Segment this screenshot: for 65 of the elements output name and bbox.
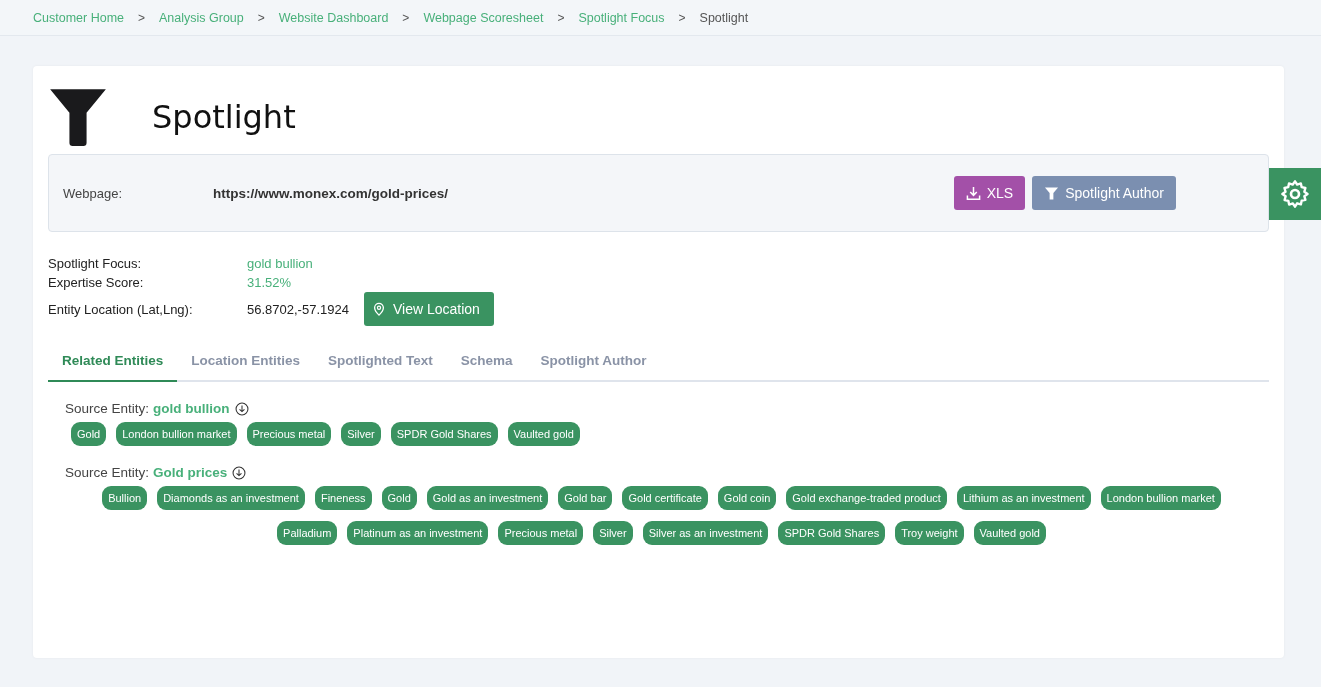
download-button[interactable]: XLS — [953, 176, 1026, 210]
entity-tag[interactable]: Gold exchange-traded product — [786, 486, 947, 510]
chevron-icon: > — [138, 10, 145, 25]
entity-tag[interactable]: Gold certificate — [622, 486, 708, 510]
source-entity-link[interactable]: Gold prices — [153, 465, 228, 480]
entity-tag[interactable]: Silver — [593, 521, 633, 545]
source-label: Source Entity: — [65, 401, 150, 416]
detail-label: Entity Location (Lat,Lng): — [48, 300, 194, 319]
map-pin-icon — [371, 302, 386, 316]
funnel-icon — [1044, 185, 1060, 201]
breadcrumb-current: Spotlight — [699, 10, 749, 25]
breadcrumb-link[interactable]: Analysis Group — [159, 10, 244, 25]
breadcrumb-link[interactable]: Spotlight Focus — [578, 10, 665, 25]
entity-tag[interactable]: Vaulted gold — [973, 521, 1046, 545]
entity-tag[interactable]: Gold bar — [558, 486, 613, 510]
entity-tag[interactable]: Silver as an investment — [642, 521, 769, 545]
breadcrumb-link[interactable]: Customer Home — [33, 10, 124, 25]
entity-tag[interactable]: Bullion — [102, 486, 148, 510]
source-label: Source Entity: — [65, 465, 150, 480]
entity-tag[interactable]: Precious metal — [246, 422, 332, 446]
tab[interactable]: Schema — [446, 342, 527, 382]
download-icon — [965, 185, 981, 201]
arrow-down-circle-icon — [234, 401, 249, 416]
webpage-url: https://www.monex.com/gold-prices/ — [213, 185, 450, 201]
entity-tag[interactable]: Lithium as an investment — [956, 486, 1091, 510]
entity-tag[interactable]: Diamonds as an investment — [157, 486, 305, 510]
page-title: Spotlight — [152, 98, 296, 136]
source-entity-link[interactable]: gold bullion — [153, 401, 230, 416]
detail-value: gold bullion — [247, 255, 313, 273]
breadcrumb-link[interactable]: Website Dashboard — [278, 10, 389, 25]
filter-button[interactable]: Spotlight Author — [1032, 176, 1176, 210]
tab[interactable]: Related Entities — [48, 342, 178, 382]
detail-label: Spotlight Focus: — [48, 255, 143, 273]
entity-tag[interactable]: Gold coin — [717, 486, 777, 510]
detail-value: 31.52% — [247, 274, 292, 292]
settings-icon — [1279, 178, 1311, 210]
entity-tag[interactable]: Platinum as an investment — [347, 521, 489, 545]
entity-tag[interactable]: Troy weight — [895, 521, 964, 545]
chevron-icon: > — [257, 10, 265, 25]
entity-tag[interactable]: Gold — [381, 486, 417, 510]
entity-tag[interactable]: London bullion market — [1100, 486, 1221, 510]
entity-tag[interactable]: Vaulted gold — [507, 422, 580, 446]
detail-value: 56.8702,-57.1924 — [247, 300, 349, 319]
chevron-icon: > — [402, 10, 410, 25]
tab[interactable]: Spotlighted Text — [314, 342, 447, 382]
entity-tag[interactable]: Fineness — [314, 486, 372, 510]
entity-tag[interactable]: Palladium — [277, 521, 338, 545]
tab[interactable]: Spotlight Author — [526, 342, 661, 382]
detail-label: Expertise Score: — [48, 274, 145, 292]
entity-tag[interactable]: Silver — [341, 422, 381, 446]
entity-tag[interactable]: Gold — [71, 422, 107, 446]
chevron-icon: > — [678, 10, 686, 25]
chevron-icon: > — [557, 10, 565, 25]
settings-button[interactable] — [1269, 168, 1321, 220]
tab[interactable]: Location Entities — [177, 342, 315, 382]
funnel-icon — [48, 87, 108, 147]
entity-tag[interactable]: Gold as an investment — [426, 486, 549, 510]
entity-tag[interactable]: SPDR Gold Shares — [390, 422, 498, 446]
entity-tag[interactable]: SPDR Gold Shares — [778, 521, 886, 545]
view-location-button[interactable]: View Location — [363, 292, 494, 326]
entity-tag[interactable]: London bullion market — [116, 422, 237, 446]
webpage-label: Webpage: — [63, 185, 124, 201]
breadcrumb-link[interactable]: Webpage Scoresheet — [423, 10, 544, 25]
arrow-down-circle-icon — [232, 465, 247, 480]
entity-tag[interactable]: Precious metal — [498, 521, 584, 545]
